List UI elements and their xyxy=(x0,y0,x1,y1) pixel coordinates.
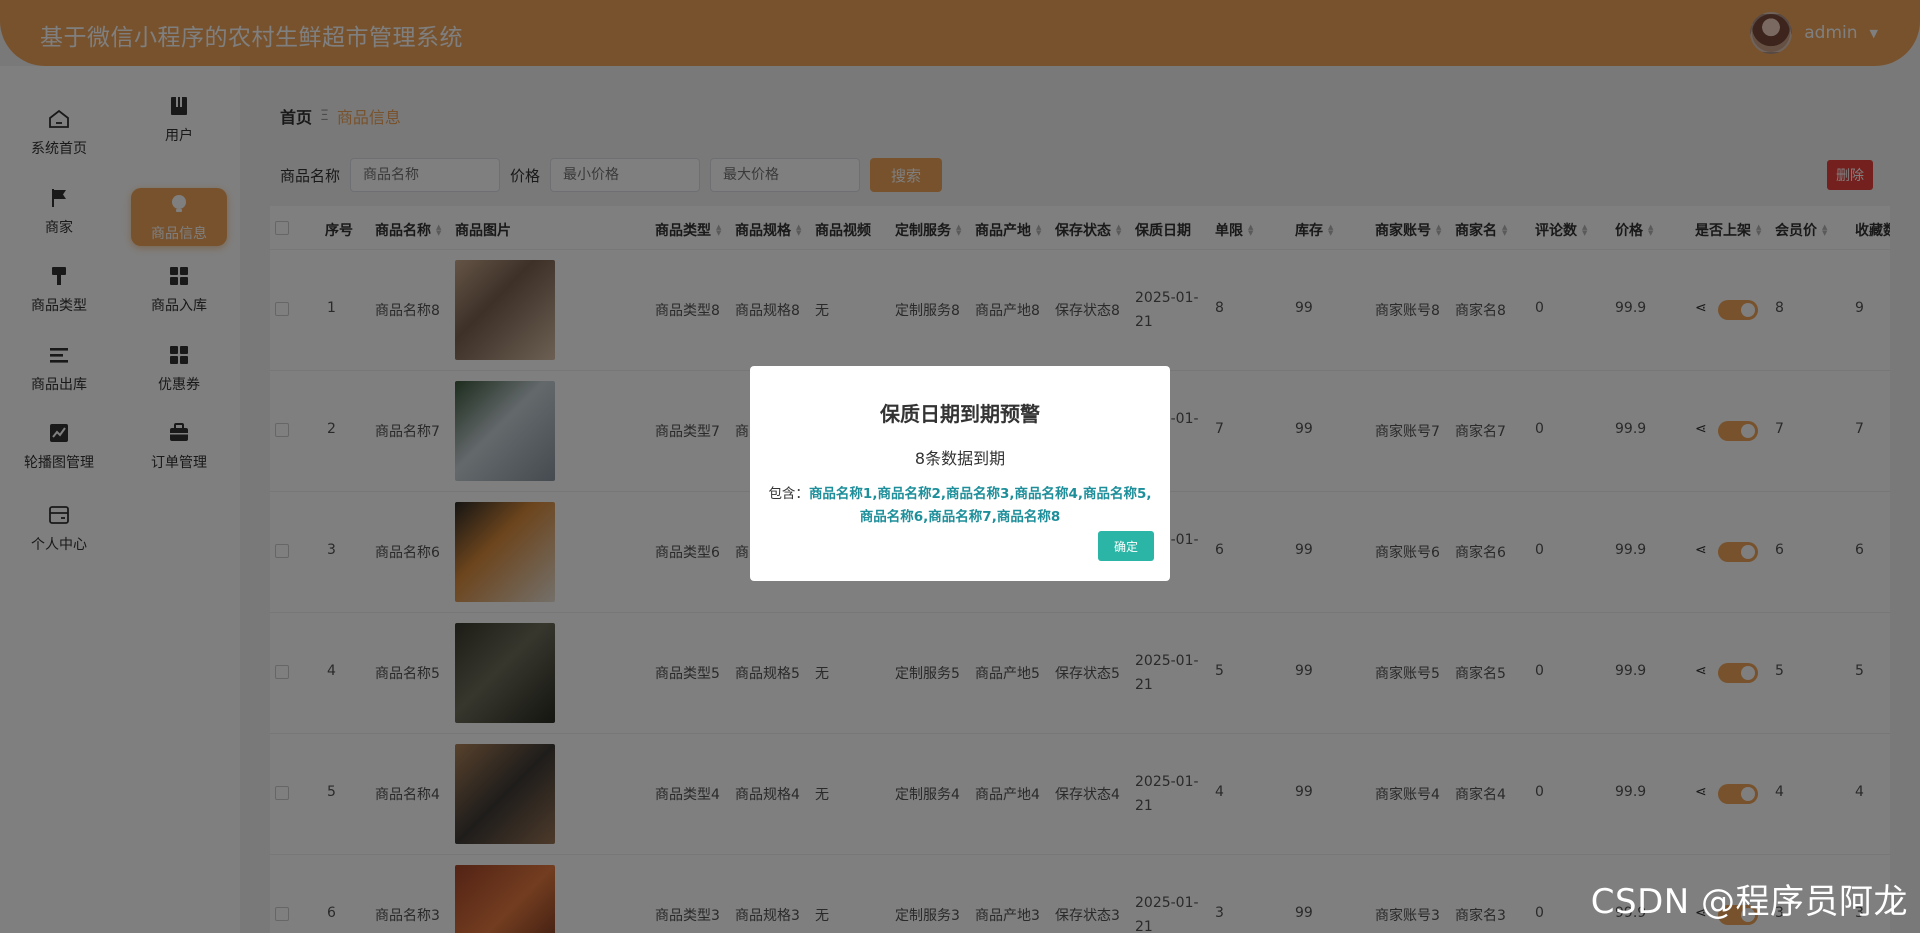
list-prefix: 包含： xyxy=(768,486,809,502)
confirm-button[interactable]: 确定 xyxy=(1098,531,1154,561)
dialog-title: 保质日期到期预警 xyxy=(880,402,1040,426)
dialog-item-list: 包含：商品名称1,商品名称2,商品名称3,商品名称4,商品名称5,商品名称6,商… xyxy=(766,483,1154,529)
expiry-warning-dialog: 保质日期到期预警 8条数据到期 包含：商品名称1,商品名称2,商品名称3,商品名… xyxy=(750,366,1170,581)
watermark: CSDN @程序员阿龙 xyxy=(1590,882,1908,922)
dialog-subtitle: 8条数据到期 xyxy=(914,449,1006,468)
expired-names: 商品名称1,商品名称2,商品名称3,商品名称4,商品名称5,商品名称6,商品名称… xyxy=(808,486,1152,525)
